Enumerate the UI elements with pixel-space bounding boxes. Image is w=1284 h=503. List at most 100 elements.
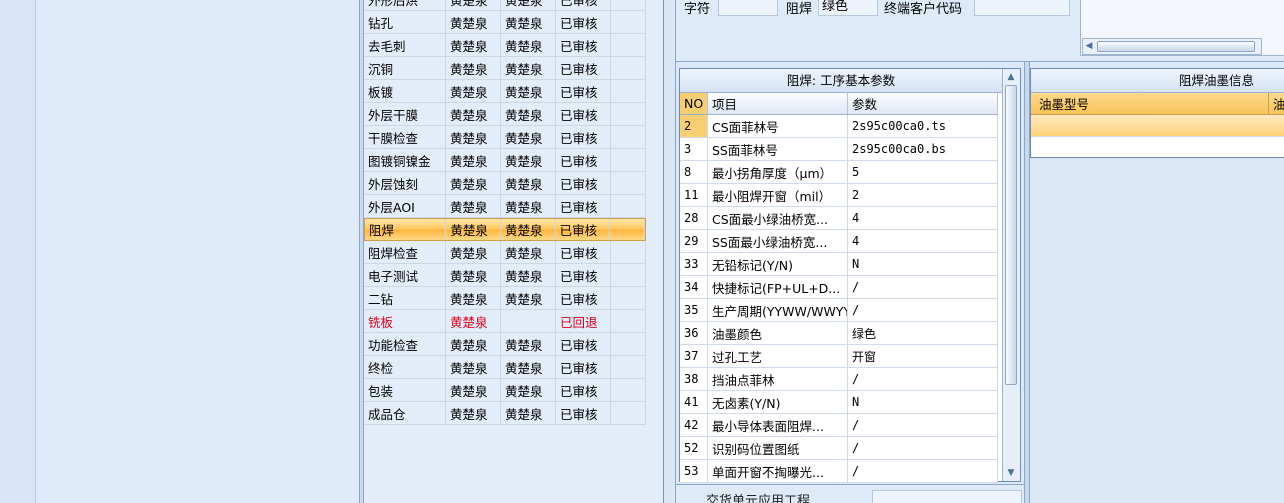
header-item[interactable]: 项目 <box>708 93 848 114</box>
process-row[interactable]: 外形后烘 黄楚泉 黄楚泉 已审核 <box>364 0 646 11</box>
param-row[interactable]: 34 快捷标记(FP+UL+D... / <box>680 276 998 299</box>
operator-a: 黄楚泉 <box>446 379 501 401</box>
operator-b: 黄楚泉 <box>501 172 556 194</box>
review-status: 已审核 <box>556 264 611 286</box>
process-extra-cell <box>611 57 646 79</box>
param-item: 无铅标记(Y/N) <box>708 253 848 275</box>
process-name: 外层AOI <box>364 195 446 217</box>
ink-grid-title: 阻焊油墨信息 <box>1031 69 1284 93</box>
param-row[interactable]: 2 CS面菲林号 2s95c00ca0.ts <box>680 115 998 138</box>
process-row[interactable]: 外层干膜 黄楚泉 黄楚泉 已审核 <box>364 103 646 126</box>
review-status: 已审核 <box>556 333 611 355</box>
process-row[interactable]: 沉铜 黄楚泉 黄楚泉 已审核 <box>364 57 646 80</box>
process-extra-cell <box>611 34 646 56</box>
ink-row-selected[interactable] <box>1031 115 1284 137</box>
param-item: SS面最小绿油桥宽... <box>708 230 848 252</box>
param-item: 无卤素(Y/N) <box>708 391 848 413</box>
scroll-thumb-vertical[interactable] <box>1005 85 1017 385</box>
param-no: 8 <box>680 161 708 183</box>
param-row[interactable]: 29 SS面最小绿油桥宽... 4 <box>680 230 998 253</box>
param-row[interactable]: 52 识别码位置图纸 / <box>680 437 998 460</box>
process-row[interactable]: 成品仓 黄楚泉 黄楚泉 已审核 <box>364 402 646 425</box>
operator-a: 黄楚泉 <box>446 402 501 424</box>
header-ink-next[interactable]: 油 <box>1269 93 1284 114</box>
process-row[interactable]: 终检 黄楚泉 黄楚泉 已审核 <box>364 356 646 379</box>
process-extra-cell <box>611 172 646 194</box>
operator-b: 黄楚泉 <box>501 126 556 148</box>
process-splitter[interactable] <box>664 0 676 503</box>
review-status: 已审核 <box>556 149 611 171</box>
process-extra-cell <box>610 219 645 240</box>
process-rows: 外形后烘 黄楚泉 黄楚泉 已审核 钻孔 黄楚泉 黄楚泉 已审核 去毛刺 黄楚泉 黄楚泉 已审核 沉铜 黄楚… <box>364 0 646 425</box>
header-ink-model[interactable]: 油墨型号 <box>1031 93 1269 114</box>
process-name: 干膜检查 <box>364 126 446 148</box>
process-row[interactable]: 铣板 黄楚泉 已回退 <box>364 310 646 333</box>
process-extra-cell <box>611 126 646 148</box>
param-value: 2s95c00ca0.bs <box>848 138 998 160</box>
scroll-left-icon[interactable]: ◀ <box>1084 41 1094 52</box>
solder-label: 阻焊 <box>786 2 813 17</box>
param-row[interactable]: 35 生产周期(YYWW/WWYY) / <box>680 299 998 322</box>
param-item: 生产周期(YYWW/WWYY) <box>708 299 848 321</box>
param-row[interactable]: 38 挡油点菲林 / <box>680 368 998 391</box>
param-row[interactable]: 33 无铅标记(Y/N) N <box>680 253 998 276</box>
scroll-up-icon[interactable]: ▲ <box>1005 71 1017 83</box>
bottom-field[interactable] <box>872 490 1022 503</box>
process-row[interactable]: 板镀 黄楚泉 黄楚泉 已审核 <box>364 80 646 103</box>
vertical-scrollbar[interactable]: ▲ ▼ <box>1002 69 1020 481</box>
process-name: 二钻 <box>364 287 446 309</box>
operator-a: 黄楚泉 <box>446 333 501 355</box>
solder-color-field[interactable]: 绿色 <box>818 0 878 16</box>
review-status: 已审核 <box>556 0 611 10</box>
review-status: 已审核 <box>556 172 611 194</box>
process-row[interactable]: 阻焊 黄楚泉 黄楚泉 已审核 <box>364 218 646 241</box>
ink-grid: 阻焊油墨信息 油墨型号 油 <box>1030 68 1284 158</box>
param-no: 29 <box>680 230 708 252</box>
operator-a: 黄楚泉 <box>446 310 501 332</box>
process-row[interactable]: 阻焊检查 黄楚泉 黄楚泉 已审核 <box>364 241 646 264</box>
param-row[interactable]: 28 CS面最小绿油桥宽... 4 <box>680 207 998 230</box>
customer-code-field[interactable] <box>974 0 1070 16</box>
header-param[interactable]: 参数 <box>848 93 998 114</box>
param-row[interactable]: 11 最小阻焊开窗（mil） 2 <box>680 184 998 207</box>
scroll-down-icon[interactable]: ▼ <box>1005 467 1017 479</box>
param-row[interactable]: 3 SS面菲林号 2s95c00ca0.bs <box>680 138 998 161</box>
param-row[interactable]: 37 过孔工艺 开窗 <box>680 345 998 368</box>
process-row[interactable]: 干膜检查 黄楚泉 黄楚泉 已审核 <box>364 126 646 149</box>
horizontal-scrollbar[interactable]: ◀ <box>1082 38 1262 55</box>
param-row[interactable]: 8 最小拐角厚度（μm） 5 <box>680 161 998 184</box>
param-item: 油墨颜色 <box>708 322 848 344</box>
param-value: 2s95c00ca0.ts <box>848 115 998 137</box>
operator-b: 黄楚泉 <box>501 103 556 125</box>
operator-b: 黄楚泉 <box>501 0 556 10</box>
process-row[interactable]: 电子测试 黄楚泉 黄楚泉 已审核 <box>364 264 646 287</box>
param-value: 绿色 <box>848 322 998 344</box>
process-row[interactable]: 二钻 黄楚泉 黄楚泉 已审核 <box>364 287 646 310</box>
process-name: 电子测试 <box>364 264 446 286</box>
review-status: 已审核 <box>556 195 611 217</box>
top-form: 字符 阻焊 绿色 终端客户代码 ◀ <box>676 0 1284 62</box>
process-name: 外形后烘 <box>364 0 446 10</box>
operator-a: 黄楚泉 <box>446 172 501 194</box>
param-row[interactable]: 42 最小导体表面阻焊... / <box>680 414 998 437</box>
char-field[interactable] <box>718 0 778 16</box>
param-no: 33 <box>680 253 708 275</box>
left-blank-pane <box>0 0 36 503</box>
process-table: 外形后烘 黄楚泉 黄楚泉 已审核 钻孔 黄楚泉 黄楚泉 已审核 去毛刺 黄楚泉 黄楚泉 已审核 沉铜 黄楚… <box>364 0 664 503</box>
param-row[interactable]: 36 油墨颜色 绿色 <box>680 322 998 345</box>
param-row[interactable]: 41 无卤素(Y/N) N <box>680 391 998 414</box>
operator-b: 黄楚泉 <box>501 356 556 378</box>
param-value: / <box>848 437 998 459</box>
process-row[interactable]: 包装 黄楚泉 黄楚泉 已审核 <box>364 379 646 402</box>
process-row[interactable]: 钻孔 黄楚泉 黄楚泉 已审核 <box>364 11 646 34</box>
header-no[interactable]: NO <box>680 93 708 114</box>
process-name: 铣板 <box>364 310 446 332</box>
param-no: 41 <box>680 391 708 413</box>
param-row[interactable]: 53 单面开窗不掏曝光... / <box>680 460 998 483</box>
process-row[interactable]: 功能检查 黄楚泉 黄楚泉 已审核 <box>364 333 646 356</box>
process-row[interactable]: 外层蚀刻 黄楚泉 黄楚泉 已审核 <box>364 172 646 195</box>
process-row[interactable]: 外层AOI 黄楚泉 黄楚泉 已审核 <box>364 195 646 218</box>
process-row[interactable]: 去毛刺 黄楚泉 黄楚泉 已审核 <box>364 34 646 57</box>
process-row[interactable]: 图镀铜镍金 黄楚泉 黄楚泉 已审核 <box>364 149 646 172</box>
scroll-thumb[interactable] <box>1097 41 1255 52</box>
